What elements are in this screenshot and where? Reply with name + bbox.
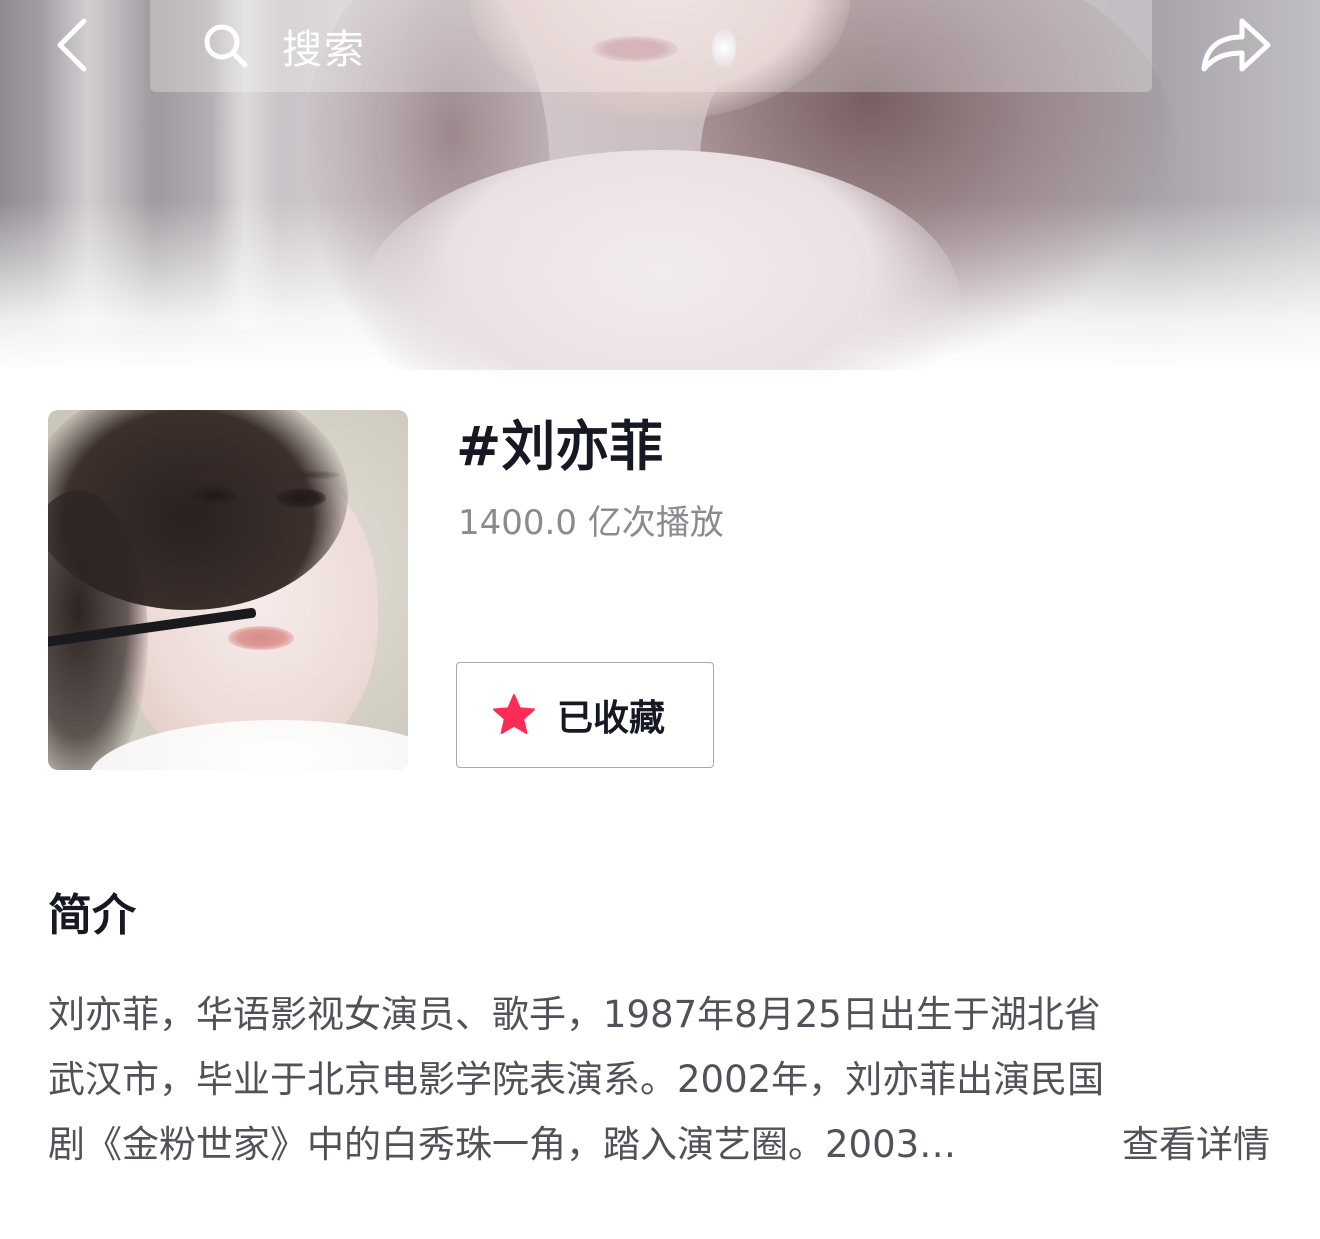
search-icon <box>202 22 250 70</box>
view-details-link[interactable]: 查看详情 <box>1122 1112 1270 1177</box>
topic-title: #刘亦菲 <box>456 415 664 478</box>
intro-heading: 简介 <box>48 890 136 941</box>
topic-cover-image <box>48 410 408 770</box>
intro-line: 剧《金粉世家》中的白秀珠一角，踏入演艺圈。2003… <box>48 1123 957 1166</box>
star-icon <box>491 692 537 738</box>
cover-mouth <box>228 626 294 650</box>
favorite-label: 已收藏 <box>557 698 666 739</box>
intro-line: 刘亦菲，华语影视女演员、歌手，1987年8月25日出生于湖北省 <box>48 993 1101 1036</box>
play-count: 1400.0 亿次播放 <box>458 503 724 543</box>
topic-page: 搜索 #刘亦菲 1400.0 亿次播放 已收藏 简介 刘亦菲，华语影视女演员、歌… <box>0 0 1320 1239</box>
cover-eyebrow <box>178 472 248 482</box>
intro-text: 刘亦菲，华语影视女演员、歌手，1987年8月25日出生于湖北省 武汉市，毕业于北… <box>48 982 1278 1177</box>
search-input[interactable]: 搜索 <box>150 0 1152 92</box>
cover-eyebrow <box>270 470 340 480</box>
search-placeholder: 搜索 <box>282 27 366 73</box>
intro-line-last: 剧《金粉世家》中的白秀珠一角，踏入演艺圈。2003… 查看详情 <box>48 1112 1270 1177</box>
chevron-left-icon <box>57 18 87 72</box>
cover-shirt <box>88 720 408 770</box>
favorite-button[interactable]: 已收藏 <box>456 662 714 768</box>
share-button[interactable] <box>1196 10 1276 80</box>
back-button[interactable] <box>40 10 104 80</box>
share-arrow-icon <box>1201 18 1271 72</box>
intro-line: 武汉市，毕业于北京电影学院表演系。2002年，刘亦菲出演民国 <box>48 1058 1105 1101</box>
cover-eye <box>188 486 238 506</box>
cover-eye <box>276 488 326 508</box>
